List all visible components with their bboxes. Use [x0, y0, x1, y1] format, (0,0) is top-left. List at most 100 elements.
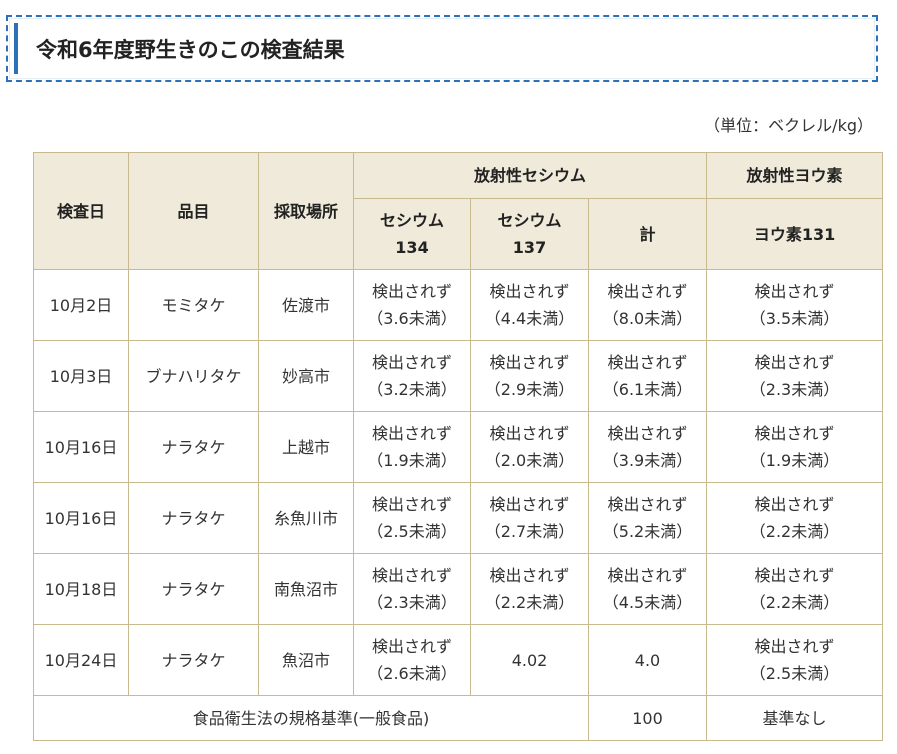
cell-i131: 検出されず （2.5未満）	[706, 624, 884, 696]
table-row: 10月3日 ブナハリタケ 妙高市 検出されず （3.2未満） 検出されず （2.9未…	[33, 340, 884, 412]
cell-place: 妙高市	[258, 340, 354, 412]
cell-cs134-result: 検出されず	[371, 637, 452, 656]
cell-i131: 検出されず （2.3未満）	[706, 340, 884, 412]
cell-total: 検出されず （5.2未満）	[587, 482, 708, 554]
table-row: 10月18日 ナラタケ 南魚沼市 検出されず （2.3未満） 検出されず （2.2未…	[33, 553, 884, 625]
header-cs137-line2: 137	[512, 238, 547, 257]
cell-place: 上越市	[258, 411, 354, 483]
cell-cs137-limit: （2.0未満）	[484, 451, 575, 470]
cell-cs137-result: 検出されず	[489, 566, 570, 585]
header-cs134-line1: セシウム	[379, 211, 444, 230]
cell-i131-limit: （2.2未満）	[749, 593, 840, 612]
cell-item: ナラタケ	[128, 553, 259, 625]
cell-place: 魚沼市	[258, 624, 354, 696]
cell-i131-result: 検出されず	[754, 637, 835, 656]
cell-total-result: 検出されず	[607, 495, 688, 514]
cell-total: 検出されず （3.9未満）	[587, 411, 708, 483]
cell-i131-limit: （2.2未満）	[749, 522, 840, 541]
cell-total-limit: （4.5未満）	[602, 593, 693, 612]
cell-total: 検出されず （4.5未満）	[587, 553, 708, 625]
cell-i131: 検出されず （3.5未満）	[706, 269, 884, 341]
cell-i131-result: 検出されず	[754, 495, 835, 514]
cell-total-result: 検出されず	[607, 353, 688, 372]
cell-cs134-limit: （3.6未満）	[367, 309, 457, 328]
cell-cs134: 検出されず （2.6未満）	[353, 624, 471, 696]
cell-total-result: 検出されず	[607, 566, 688, 585]
header-cs134-line2: 134	[395, 238, 429, 257]
cell-cs134: 検出されず （3.2未満）	[353, 340, 471, 412]
header-date: 検査日	[33, 152, 129, 270]
cell-cs134: 検出されず （1.9未満）	[353, 411, 471, 483]
cell-total-limit: （6.1未満）	[602, 380, 693, 399]
cell-cs137: 4.02	[470, 624, 589, 696]
cell-cs137-result: 検出されず	[489, 282, 570, 301]
cell-cs134: 検出されず （2.5未満）	[353, 482, 471, 554]
cell-cs134-limit: （2.6未満）	[367, 664, 457, 683]
header-cs137-line1: セシウム	[497, 211, 562, 230]
results-table: 検査日 品目 採取場所 放射性セシウム 放射性ヨウ素 セシウム 134 セシウム…	[33, 152, 884, 741]
cell-cs134-result: 検出されず	[371, 282, 452, 301]
header-cesium-group: 放射性セシウム	[352, 152, 708, 199]
cell-cs134-limit: （3.2未満）	[367, 380, 457, 399]
cell-place: 糸魚川市	[258, 482, 354, 554]
cell-total-result: 検出されず	[607, 282, 688, 301]
cell-i131-result: 検出されず	[754, 353, 835, 372]
cell-cs134-limit: （2.3未満）	[367, 593, 457, 612]
table-row: 10月24日 ナラタケ 魚沼市 検出されず （2.6未満） 4.02 4.0 検出…	[33, 624, 884, 696]
cell-date: 10月16日	[33, 482, 129, 554]
cell-item: ブナハリタケ	[128, 340, 259, 412]
standard-label: 食品衛生法の規格基準(一般食品)	[33, 695, 589, 741]
cell-cs137: 検出されず （2.7未満）	[470, 482, 589, 554]
cell-i131-result: 検出されず	[754, 566, 835, 585]
cell-cs134: 検出されず （3.6未満）	[353, 269, 471, 341]
header-iodine131: ヨウ素131	[706, 198, 884, 270]
header-iodine-group: 放射性ヨウ素	[706, 152, 884, 199]
cell-cs137-result: 検出されず	[489, 353, 570, 372]
cell-total: 検出されず （6.1未満）	[587, 340, 708, 412]
title-accent-bar	[14, 23, 18, 74]
standard-row: 食品衛生法の規格基準(一般食品) 100 基準なし	[33, 695, 884, 741]
cell-cs134-result: 検出されず	[371, 495, 452, 514]
cell-total-limit: （3.9未満）	[602, 451, 693, 470]
standard-cesium: 100	[587, 695, 708, 741]
page-title: 令和6年度野生きのこの検査結果	[36, 38, 345, 62]
cell-cs137: 検出されず （2.0未満）	[470, 411, 589, 483]
cell-cs134-limit: （1.9未満）	[367, 451, 457, 470]
unit-note: （単位：ベクレル/kg）	[704, 116, 873, 135]
cell-date: 10月24日	[33, 624, 129, 696]
header-cs137: セシウム 137	[470, 198, 589, 270]
header-cs134: セシウム 134	[353, 198, 471, 270]
cell-cs137: 検出されず （2.9未満）	[470, 340, 589, 412]
table-row: 10月16日 ナラタケ 上越市 検出されず （1.9未満） 検出されず （2.0未満…	[33, 411, 884, 483]
cell-item: ナラタケ	[128, 482, 259, 554]
cell-total-limit: （5.2未満）	[602, 522, 693, 541]
cell-date: 10月18日	[33, 553, 129, 625]
cell-item: ナラタケ	[128, 624, 259, 696]
cell-cs137-result: 検出されず	[489, 495, 570, 514]
cell-i131: 検出されず （2.2未満）	[706, 553, 884, 625]
cell-i131: 検出されず （1.9未満）	[706, 411, 884, 483]
cell-date: 10月3日	[33, 340, 129, 412]
header-total: 計	[587, 198, 708, 270]
title-box: 令和6年度野生きのこの検査結果	[6, 15, 878, 82]
cell-cs137-limit: （2.7未満）	[484, 522, 575, 541]
cell-item: ナラタケ	[128, 411, 259, 483]
header-item: 品目	[128, 152, 259, 270]
cell-cs137: 検出されず （2.2未満）	[470, 553, 589, 625]
cell-total-result: 検出されず	[607, 424, 688, 443]
cell-cs134: 検出されず （2.3未満）	[353, 553, 471, 625]
cell-cs137-result: 検出されず	[489, 424, 570, 443]
cell-place: 佐渡市	[258, 269, 354, 341]
cell-cs137-limit: （4.4未満）	[484, 309, 575, 328]
cell-place: 南魚沼市	[258, 553, 354, 625]
cell-i131: 検出されず （2.2未満）	[706, 482, 884, 554]
cell-i131-limit: （2.5未満）	[749, 664, 840, 683]
header-place: 採取場所	[258, 152, 354, 270]
standard-iodine: 基準なし	[706, 695, 884, 741]
cell-date: 10月2日	[33, 269, 129, 341]
cell-cs134-limit: （2.5未満）	[367, 522, 457, 541]
cell-total: 検出されず （8.0未満）	[587, 269, 708, 341]
cell-total: 4.0	[587, 624, 708, 696]
cell-i131-result: 検出されず	[754, 424, 835, 443]
cell-i131-limit: （1.9未満）	[749, 451, 840, 470]
